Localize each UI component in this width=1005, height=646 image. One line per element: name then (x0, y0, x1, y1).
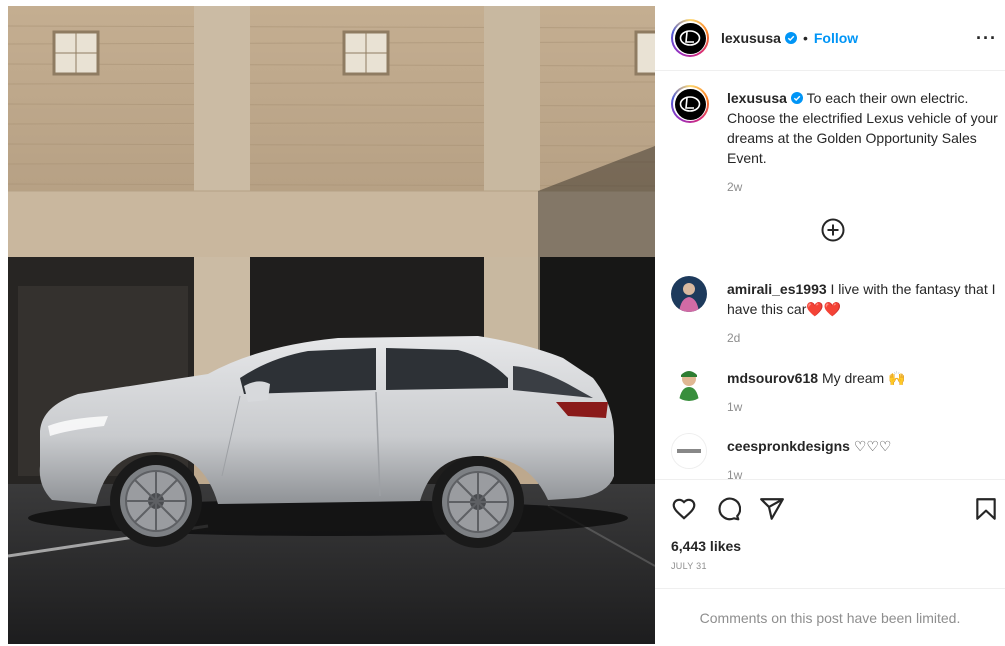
more-icon[interactable]: ··· (976, 28, 997, 49)
post-sidebar: lexususa • Follow ··· lexususa To each t… (655, 6, 1005, 644)
comment-item: mdsourov618 My dream 🙌 1w (671, 365, 1005, 415)
caption-username[interactable]: lexususa (727, 90, 787, 106)
author-avatar[interactable] (671, 19, 709, 57)
comment-item: ceespronkdesigns ♡♡♡ 1w (671, 433, 1005, 479)
like-icon[interactable] (671, 496, 697, 522)
comments-limited-text: Comments on this post have been limited. (699, 609, 961, 626)
comment-time: 2d (727, 331, 741, 345)
comment-username[interactable]: mdsourov618 (727, 370, 818, 386)
commenter-avatar[interactable] (671, 276, 707, 312)
lexus-logo-icon (679, 30, 701, 46)
lexus-logo-icon (679, 96, 701, 112)
caption-avatar[interactable] (671, 85, 709, 123)
commenter-avatar[interactable] (671, 365, 707, 401)
person-avatar-icon (671, 365, 707, 401)
post-actions: 6,443 likes JULY 31 Comments on this pos… (655, 479, 1005, 645)
person-avatar-icon (671, 276, 707, 312)
verified-icon (790, 92, 803, 104)
caption: lexususa To each their own electric. Cho… (671, 85, 1005, 195)
likes-count[interactable]: 6,443 likes (671, 538, 741, 554)
comment-time: 1w (727, 400, 743, 414)
comment-icon[interactable] (715, 496, 741, 522)
post-header: lexususa • Follow ··· (655, 6, 1005, 71)
post-photo[interactable] (8, 6, 655, 644)
save-icon[interactable] (973, 496, 999, 522)
comments-list[interactable]: lexususa To each their own electric. Cho… (655, 71, 1005, 479)
caption-time: 2w (727, 180, 743, 194)
separator-dot: • (802, 30, 808, 46)
share-icon[interactable] (759, 496, 785, 522)
brand-avatar-icon (672, 434, 706, 468)
comment-username[interactable]: amirali_es1993 (727, 281, 827, 297)
follow-button[interactable]: Follow (814, 30, 858, 46)
post-date[interactable]: JULY 31 (671, 561, 707, 571)
comments-limited-notice: Comments on this post have been limited. (655, 588, 1005, 646)
verified-icon (784, 32, 797, 44)
comment-text: My dream 🙌 (821, 370, 906, 386)
author-username[interactable]: lexususa (721, 30, 781, 46)
car-photo-illustration (8, 6, 655, 644)
comment-text: ♡♡♡ (853, 438, 892, 454)
load-more-icon[interactable] (821, 218, 845, 242)
commenter-avatar[interactable] (671, 433, 707, 469)
comment-time: 1w (727, 468, 743, 479)
comment-item: amirali_es1993 I live with the fantasy t… (671, 276, 1005, 346)
comment-username[interactable]: ceespronkdesigns (727, 438, 850, 454)
